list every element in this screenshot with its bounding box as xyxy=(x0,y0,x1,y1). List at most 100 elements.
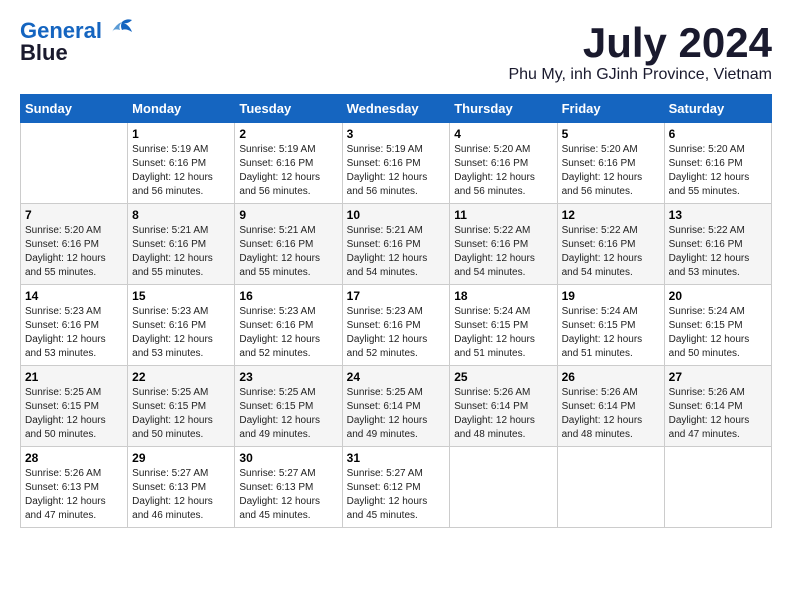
day-number: 20 xyxy=(669,289,767,303)
calendar-cell xyxy=(21,123,128,204)
calendar-cell xyxy=(557,447,664,528)
day-info: Sunrise: 5:25 AM Sunset: 6:14 PM Dayligh… xyxy=(347,386,446,442)
weekday-header: Friday xyxy=(557,95,664,123)
calendar-cell: 25 Sunrise: 5:26 AM Sunset: 6:14 PM Dayli… xyxy=(450,366,557,447)
weekday-header: Tuesday xyxy=(235,95,342,123)
day-number: 16 xyxy=(239,289,337,303)
day-number: 3 xyxy=(347,127,446,141)
calendar-cell: 24Sunrise: 5:25 AM Sunset: 6:14 PM Dayli… xyxy=(342,366,450,447)
logo-text: General Blue xyxy=(20,20,102,64)
day-info: Sunrise: 5:19 AM Sunset: 6:16 PM Dayligh… xyxy=(239,143,337,199)
calendar-cell: 3 Sunrise: 5:19 AM Sunset: 6:16 PM Daylig… xyxy=(342,123,450,204)
calendar-cell: 15Sunrise: 5:23 AM Sunset: 6:16 PM Dayli… xyxy=(128,285,235,366)
day-number: 14 xyxy=(25,289,123,303)
day-info: Sunrise: 5:19 AM Sunset: 6:16 PM Dayligh… xyxy=(132,143,230,199)
day-info: Sunrise: 5:25 AM Sunset: 6:15 PM Dayligh… xyxy=(132,386,230,442)
day-number: 11 xyxy=(454,208,552,222)
calendar-cell: 9Sunrise: 5:21 AM Sunset: 6:16 PM Daylig… xyxy=(235,204,342,285)
day-info: Sunrise: 5:23 AM Sunset: 6:16 PM Dayligh… xyxy=(239,305,337,361)
day-number: 19 xyxy=(562,289,660,303)
calendar-cell: 18 Sunrise: 5:24 AM Sunset: 6:15 PM Dayli… xyxy=(450,285,557,366)
day-number: 28 xyxy=(25,451,123,465)
day-number: 4 xyxy=(454,127,552,141)
day-number: 23 xyxy=(239,370,337,384)
day-number: 12 xyxy=(562,208,660,222)
calendar-cell xyxy=(664,447,771,528)
calendar-cell: 21 Sunrise: 5:25 AM Sunset: 6:15 PM Dayli… xyxy=(21,366,128,447)
calendar-cell: 26 Sunrise: 5:26 AM Sunset: 6:14 PM Dayli… xyxy=(557,366,664,447)
calendar-cell: 27 Sunrise: 5:26 AM Sunset: 6:14 PM Dayli… xyxy=(664,366,771,447)
day-info: Sunrise: 5:26 AM Sunset: 6:13 PM Dayligh… xyxy=(25,467,123,523)
day-number: 18 xyxy=(454,289,552,303)
calendar-cell: 16 Sunrise: 5:23 AM Sunset: 6:16 PM Dayli… xyxy=(235,285,342,366)
day-info: Sunrise: 5:24 AM Sunset: 6:15 PM Dayligh… xyxy=(454,305,552,361)
weekday-header: Sunday xyxy=(21,95,128,123)
weekday-header: Monday xyxy=(128,95,235,123)
day-number: 2 xyxy=(239,127,337,141)
day-number: 26 xyxy=(562,370,660,384)
calendar-cell: 4 Sunrise: 5:20 AM Sunset: 6:16 PM Daylig… xyxy=(450,123,557,204)
calendar-cell: 10 Sunrise: 5:21 AM Sunset: 6:16 PM Dayli… xyxy=(342,204,450,285)
calendar-header-row: SundayMondayTuesdayWednesdayThursdayFrid… xyxy=(21,95,772,123)
day-info: Sunrise: 5:24 AM Sunset: 6:15 PM Dayligh… xyxy=(562,305,660,361)
day-info: Sunrise: 5:24 AM Sunset: 6:15 PM Dayligh… xyxy=(669,305,767,361)
calendar-cell: 2 Sunrise: 5:19 AM Sunset: 6:16 PM Daylig… xyxy=(235,123,342,204)
day-number: 5 xyxy=(562,127,660,141)
calendar-week-row: 1Sunrise: 5:19 AM Sunset: 6:16 PM Daylig… xyxy=(21,123,772,204)
day-info: Sunrise: 5:23 AM Sunset: 6:16 PM Dayligh… xyxy=(347,305,446,361)
calendar-cell: 28 Sunrise: 5:26 AM Sunset: 6:13 PM Dayli… xyxy=(21,447,128,528)
day-info: Sunrise: 5:19 AM Sunset: 6:16 PM Dayligh… xyxy=(347,143,446,199)
day-info: Sunrise: 5:21 AM Sunset: 6:16 PM Dayligh… xyxy=(347,224,446,280)
day-info: Sunrise: 5:20 AM Sunset: 6:16 PM Dayligh… xyxy=(25,224,123,280)
day-number: 13 xyxy=(669,208,767,222)
calendar-cell: 31Sunrise: 5:27 AM Sunset: 6:12 PM Dayli… xyxy=(342,447,450,528)
logo-blue: Blue xyxy=(20,40,68,65)
calendar-cell: 11Sunrise: 5:22 AM Sunset: 6:16 PM Dayli… xyxy=(450,204,557,285)
day-info: Sunrise: 5:20 AM Sunset: 6:16 PM Dayligh… xyxy=(562,143,660,199)
day-number: 10 xyxy=(347,208,446,222)
title-block: July 2024 Phu My, inh GJinh Province, Vi… xyxy=(508,20,772,84)
calendar-cell: 7Sunrise: 5:20 AM Sunset: 6:16 PM Daylig… xyxy=(21,204,128,285)
logo: General Blue xyxy=(20,20,134,64)
day-info: Sunrise: 5:20 AM Sunset: 6:16 PM Dayligh… xyxy=(669,143,767,199)
day-number: 8 xyxy=(132,208,230,222)
calendar-cell: 5 Sunrise: 5:20 AM Sunset: 6:16 PM Daylig… xyxy=(557,123,664,204)
weekday-header: Wednesday xyxy=(342,95,450,123)
day-info: Sunrise: 5:22 AM Sunset: 6:16 PM Dayligh… xyxy=(669,224,767,280)
calendar-cell: 12 Sunrise: 5:22 AM Sunset: 6:16 PM Dayli… xyxy=(557,204,664,285)
day-info: Sunrise: 5:27 AM Sunset: 6:13 PM Dayligh… xyxy=(132,467,230,523)
day-number: 30 xyxy=(239,451,337,465)
day-info: Sunrise: 5:23 AM Sunset: 6:16 PM Dayligh… xyxy=(132,305,230,361)
day-info: Sunrise: 5:26 AM Sunset: 6:14 PM Dayligh… xyxy=(562,386,660,442)
calendar-cell: 17Sunrise: 5:23 AM Sunset: 6:16 PM Dayli… xyxy=(342,285,450,366)
calendar-cell: 23Sunrise: 5:25 AM Sunset: 6:15 PM Dayli… xyxy=(235,366,342,447)
calendar-cell: 8 Sunrise: 5:21 AM Sunset: 6:16 PM Daylig… xyxy=(128,204,235,285)
weekday-header: Saturday xyxy=(664,95,771,123)
day-info: Sunrise: 5:26 AM Sunset: 6:14 PM Dayligh… xyxy=(669,386,767,442)
calendar-cell: 6Sunrise: 5:20 AM Sunset: 6:16 PM Daylig… xyxy=(664,123,771,204)
day-info: Sunrise: 5:27 AM Sunset: 6:12 PM Dayligh… xyxy=(347,467,446,523)
calendar-cell: 20 Sunrise: 5:24 AM Sunset: 6:15 PM Dayli… xyxy=(664,285,771,366)
calendar-cell: 19 Sunrise: 5:24 AM Sunset: 6:15 PM Dayli… xyxy=(557,285,664,366)
day-info: Sunrise: 5:25 AM Sunset: 6:15 PM Dayligh… xyxy=(25,386,123,442)
location-subtitle: Phu My, inh GJinh Province, Vietnam xyxy=(508,66,772,84)
page-header: General Blue July 2024 Phu My, inh GJinh… xyxy=(20,20,772,84)
day-number: 25 xyxy=(454,370,552,384)
day-number: 29 xyxy=(132,451,230,465)
calendar-cell: 1Sunrise: 5:19 AM Sunset: 6:16 PM Daylig… xyxy=(128,123,235,204)
day-info: Sunrise: 5:23 AM Sunset: 6:16 PM Dayligh… xyxy=(25,305,123,361)
day-number: 27 xyxy=(669,370,767,384)
day-info: Sunrise: 5:20 AM Sunset: 6:16 PM Dayligh… xyxy=(454,143,552,199)
day-info: Sunrise: 5:22 AM Sunset: 6:16 PM Dayligh… xyxy=(562,224,660,280)
day-info: Sunrise: 5:21 AM Sunset: 6:16 PM Dayligh… xyxy=(132,224,230,280)
weekday-header: Thursday xyxy=(450,95,557,123)
calendar-cell xyxy=(450,447,557,528)
day-number: 21 xyxy=(25,370,123,384)
calendar-week-row: 28 Sunrise: 5:26 AM Sunset: 6:13 PM Dayli… xyxy=(21,447,772,528)
logo-bird-icon xyxy=(104,18,134,46)
calendar-week-row: 21 Sunrise: 5:25 AM Sunset: 6:15 PM Dayli… xyxy=(21,366,772,447)
calendar-week-row: 7Sunrise: 5:20 AM Sunset: 6:16 PM Daylig… xyxy=(21,204,772,285)
day-info: Sunrise: 5:26 AM Sunset: 6:14 PM Dayligh… xyxy=(454,386,552,442)
day-info: Sunrise: 5:21 AM Sunset: 6:16 PM Dayligh… xyxy=(239,224,337,280)
calendar-cell: 14 Sunrise: 5:23 AM Sunset: 6:16 PM Dayli… xyxy=(21,285,128,366)
